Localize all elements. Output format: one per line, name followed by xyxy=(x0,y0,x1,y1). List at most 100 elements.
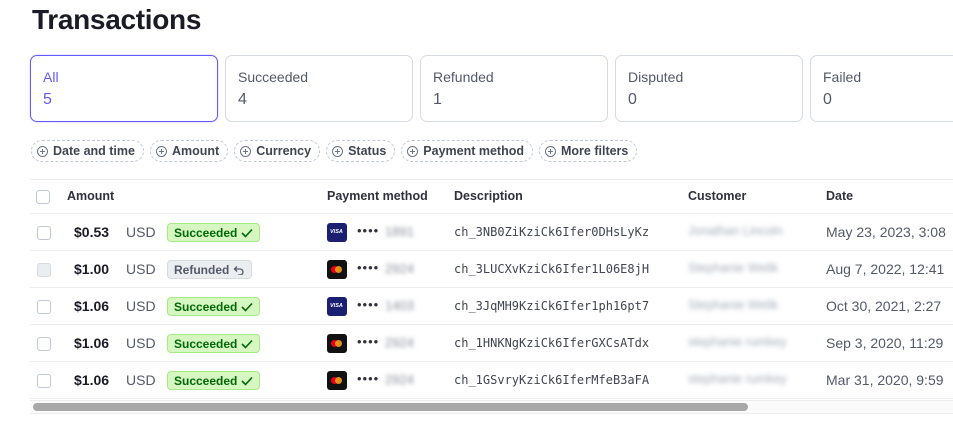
table-header: Amount Payment method Description Custom… xyxy=(30,179,953,214)
tab-label: Refunded xyxy=(433,69,494,85)
card-last4: 1403 xyxy=(385,298,414,313)
tab-count: 4 xyxy=(238,91,247,108)
card-last4: 1891 xyxy=(385,224,414,239)
table-row[interactable]: $1.00 USD Refunded •••• 2924 ch_3LUCXvKz… xyxy=(30,251,953,288)
filter-label: Amount xyxy=(171,144,220,158)
card-mask: •••• xyxy=(357,334,380,349)
card-last4: 2924 xyxy=(385,372,414,387)
filter-currency[interactable]: Currency xyxy=(234,140,321,162)
date: May 23, 2023, 3:08 xyxy=(826,224,946,240)
column-header-date[interactable]: Date xyxy=(826,189,853,203)
plus-circle-icon xyxy=(240,145,252,157)
customer[interactable]: Stephanie Welik xyxy=(688,261,778,275)
status-badge: Succeeded xyxy=(167,223,261,242)
status-label: Refunded xyxy=(174,262,230,277)
status-label: Succeeded xyxy=(174,373,238,388)
description: ch_1GSvryKziCk6IferMfeB3aFA xyxy=(454,373,650,387)
tab-count: 5 xyxy=(43,91,52,108)
row-checkbox[interactable] xyxy=(37,226,51,240)
page-title: Transactions xyxy=(32,4,202,35)
horizontal-scrollbar-thumb[interactable] xyxy=(33,403,748,411)
visa-card-icon: VISA xyxy=(327,297,347,316)
status-label: Succeeded xyxy=(174,299,238,314)
filter-bar: Date and time Amount Currency Status Pay… xyxy=(31,140,638,162)
card-mask: •••• xyxy=(357,260,380,275)
filter-payment-method[interactable]: Payment method xyxy=(401,140,533,162)
column-header-amount[interactable]: Amount xyxy=(67,189,114,203)
filter-date-and-time[interactable]: Date and time xyxy=(31,140,144,162)
tab-count: 0 xyxy=(628,91,637,108)
customer[interactable]: stephanie rumkey xyxy=(688,335,787,349)
column-header-customer[interactable]: Customer xyxy=(688,189,746,203)
filter-amount[interactable]: Amount xyxy=(149,140,229,162)
description: ch_3NB0ZiKziCk6Ifer0DHsLyKz xyxy=(454,225,650,239)
tab-count: 0 xyxy=(823,91,832,108)
status-tabs: All 5 Succeeded 4 Refunded 1 Disputed 0 … xyxy=(30,55,953,122)
tab-succeeded[interactable]: Succeeded 4 xyxy=(225,55,413,122)
table-row[interactable]: $1.06 USD Succeeded •••• 2924 ch_1HNKNgK… xyxy=(30,325,953,362)
row-checkbox[interactable] xyxy=(37,263,51,277)
card-last4: 2924 xyxy=(385,261,414,276)
currency: USD xyxy=(126,261,156,277)
filter-label: Status xyxy=(348,144,387,158)
card-last4: 2924 xyxy=(385,335,414,350)
card-mask: •••• xyxy=(357,371,380,386)
check-icon xyxy=(241,339,253,349)
date: Aug 7, 2022, 12:41 xyxy=(826,261,945,277)
currency: USD xyxy=(126,298,156,314)
mastercard-icon xyxy=(327,260,347,279)
description: ch_1HNKNgKziCk6IferGXCsATdx xyxy=(454,336,650,350)
status-label: Succeeded xyxy=(174,336,238,351)
card-brand: VISA xyxy=(330,303,343,309)
filter-label: Payment method xyxy=(423,144,524,158)
plus-circle-icon xyxy=(407,145,419,157)
row-checkbox[interactable] xyxy=(37,337,51,351)
select-all-checkbox[interactable] xyxy=(36,190,50,204)
tab-disputed[interactable]: Disputed 0 xyxy=(615,55,803,122)
card-mask: •••• xyxy=(357,223,380,238)
table-row[interactable]: $1.06 USD Succeeded •••• 2924 ch_1GSvryK… xyxy=(30,362,953,399)
row-checkbox[interactable] xyxy=(37,300,51,314)
column-header-payment-method[interactable]: Payment method xyxy=(327,189,428,203)
tab-count: 1 xyxy=(433,91,442,108)
check-icon xyxy=(241,228,253,238)
plus-circle-icon xyxy=(155,145,167,157)
filter-more[interactable]: More filters xyxy=(539,140,638,162)
filter-label: Currency xyxy=(256,144,312,158)
mastercard-icon xyxy=(327,371,347,390)
filter-label: Date and time xyxy=(53,144,135,158)
plus-circle-icon xyxy=(545,145,556,157)
amount: $0.53 xyxy=(74,224,110,240)
mastercard-icon xyxy=(327,334,347,353)
row-checkbox[interactable] xyxy=(37,374,51,388)
date: Oct 30, 2021, 2:27 xyxy=(826,298,942,314)
amount: $1.06 xyxy=(74,298,110,314)
amount: $1.00 xyxy=(74,261,110,277)
customer[interactable]: stephanie rumkey xyxy=(688,372,787,386)
tab-label: Disputed xyxy=(628,69,684,85)
customer[interactable]: Jonathan Lincoln xyxy=(688,224,783,238)
tab-all[interactable]: All 5 xyxy=(30,55,218,122)
customer[interactable]: Stephanie Welik xyxy=(688,298,778,312)
amount: $1.06 xyxy=(74,372,110,388)
filter-status[interactable]: Status xyxy=(326,140,396,162)
tab-refunded[interactable]: Refunded 1 xyxy=(420,55,608,122)
status-label: Succeeded xyxy=(174,225,238,240)
currency: USD xyxy=(126,224,156,240)
table-row[interactable]: $0.53 USD Succeeded VISA •••• 1891 ch_3N… xyxy=(30,214,953,251)
status-badge: Succeeded xyxy=(167,334,261,353)
tab-label: Succeeded xyxy=(238,69,309,85)
tab-label: Failed xyxy=(823,69,862,85)
date: Mar 31, 2020, 9:59 xyxy=(826,372,944,388)
undo-arrow-icon xyxy=(233,265,244,275)
status-badge: Succeeded xyxy=(167,371,261,390)
tab-failed[interactable]: Failed 0 xyxy=(810,55,953,122)
status-badge: Refunded xyxy=(167,260,253,279)
table-row[interactable]: $1.06 USD Succeeded VISA •••• 1403 ch_3J… xyxy=(30,288,953,325)
card-brand: VISA xyxy=(330,229,343,235)
check-icon xyxy=(241,302,253,312)
date: Sep 3, 2020, 11:29 xyxy=(826,335,944,351)
visa-card-icon: VISA xyxy=(327,223,347,242)
column-header-description[interactable]: Description xyxy=(454,189,523,203)
check-icon xyxy=(241,376,253,386)
